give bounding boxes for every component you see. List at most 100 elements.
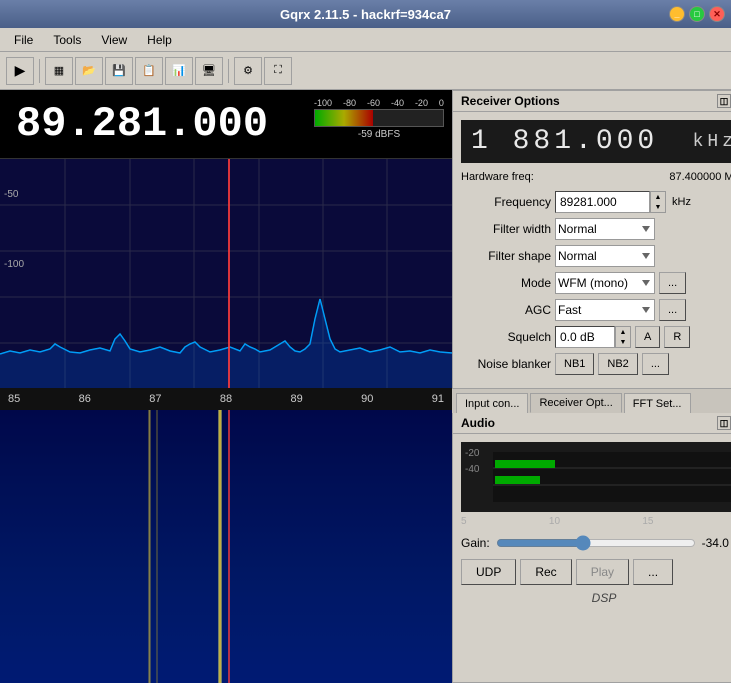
- menu-tools[interactable]: Tools: [45, 31, 89, 49]
- freq-label-88: 88: [220, 393, 232, 405]
- audio-more-button[interactable]: ...: [633, 559, 673, 585]
- freq-label-86: 86: [79, 393, 91, 405]
- rx-freq-display: 1 881.000 kHz: [461, 120, 731, 163]
- frequency-row: Frequency ▲ ▼ kHz: [461, 191, 731, 213]
- waterfall-svg: [0, 410, 452, 683]
- filter-shape-select[interactable]: Normal Sharp Soft: [555, 245, 655, 267]
- squelch-spin-up[interactable]: ▲: [616, 327, 630, 337]
- squelch-spinbox: ▲ ▼: [555, 326, 631, 348]
- squelch-spin-buttons: ▲ ▼: [615, 326, 631, 348]
- level-value: -59 dBFS: [314, 129, 444, 140]
- noise-blanker-row: Noise blanker NB1 NB2 ...: [461, 353, 731, 375]
- menu-file[interactable]: File: [6, 31, 41, 49]
- audio-scale-5: 5: [461, 516, 467, 527]
- tab-input-config[interactable]: Input con...: [456, 393, 528, 413]
- toolbar-separator-2: [228, 59, 229, 83]
- noise-blanker-label: Noise blanker: [461, 357, 551, 371]
- mode-more-button[interactable]: ...: [659, 272, 686, 294]
- nb1-button[interactable]: NB1: [555, 353, 594, 375]
- network-button[interactable]: 🖥: [195, 57, 223, 85]
- noise-more-button[interactable]: ...: [642, 353, 669, 375]
- level-bar-container: [314, 109, 444, 127]
- audio-title: Audio: [461, 416, 495, 430]
- frequency-value: 89.281.000: [16, 100, 268, 148]
- receiver-options-title: Receiver Options: [461, 94, 560, 108]
- agc-more-button[interactable]: ...: [659, 299, 686, 321]
- minimize-button[interactable]: _: [669, 6, 685, 22]
- level-bar: [315, 110, 373, 126]
- nb2-button[interactable]: NB2: [598, 353, 637, 375]
- freq-label-89: 89: [291, 393, 303, 405]
- audio-panel: Audio ◫ ✕ -20 -40: [452, 413, 731, 683]
- spectrum-svg: [0, 159, 452, 388]
- mode-label: Mode: [461, 276, 551, 290]
- settings-button[interactable]: ⚙: [234, 57, 262, 85]
- freq-label-87: 87: [149, 393, 161, 405]
- play-button[interactable]: ▶: [6, 57, 34, 85]
- frequency-spinbox[interactable]: ▲ ▼: [555, 191, 666, 213]
- signal-button[interactable]: 📊: [165, 57, 193, 85]
- freq-label-90: 90: [361, 393, 373, 405]
- window-controls: _ □ ✕: [669, 6, 725, 22]
- audio-header: Audio ◫ ✕: [453, 413, 731, 434]
- waterfall: [0, 410, 452, 683]
- play-audio-button[interactable]: Play: [576, 559, 629, 585]
- mode-select[interactable]: WFM (mono) WFM (stereo) AM FM USB LSB: [555, 272, 655, 294]
- tabs-row: Input con... Receiver Opt... FFT Set...: [452, 389, 731, 413]
- gain-label: Gain:: [461, 536, 490, 550]
- audio-scale-15: 15: [642, 516, 653, 527]
- center-line: [228, 159, 230, 388]
- bookmark-button[interactable]: 📋: [135, 57, 163, 85]
- audio-scale: 5 10 15 20: [453, 516, 731, 527]
- menu-view[interactable]: View: [93, 31, 135, 49]
- squelch-input[interactable]: [555, 326, 615, 348]
- agc-row: AGC Fast Medium Slow Off ...: [461, 299, 731, 321]
- gain-value: -34.0 dB: [702, 536, 731, 550]
- udp-button[interactable]: UDP: [461, 559, 516, 585]
- gain-slider[interactable]: [496, 535, 696, 551]
- audio-meter: -20 -40: [461, 442, 731, 512]
- save-button[interactable]: 💾: [105, 57, 133, 85]
- filter-shape-row: Filter shape Normal Sharp Soft: [461, 245, 731, 267]
- hw-freq-label: Hardware freq:: [461, 171, 534, 183]
- squelch-a-button[interactable]: A: [635, 326, 660, 348]
- agc-select[interactable]: Fast Medium Slow Off: [555, 299, 655, 321]
- freq-axis: 85 86 87 88 89 90 91: [0, 388, 452, 410]
- spectrum-graph: -50 -100: [0, 158, 452, 388]
- squelch-spin-down[interactable]: ▼: [616, 337, 630, 347]
- squelch-r-button[interactable]: R: [664, 326, 690, 348]
- agc-label: AGC: [461, 303, 551, 317]
- squelch-label: Squelch: [461, 330, 551, 344]
- tab-receiver-options[interactable]: Receiver Opt...: [530, 393, 621, 413]
- menu-bar: File Tools View Help: [0, 28, 731, 52]
- frequency-spin-down[interactable]: ▼: [651, 202, 665, 212]
- menu-help[interactable]: Help: [139, 31, 180, 49]
- rec-button[interactable]: Rec: [520, 559, 571, 585]
- rx-freq-value: 1 881.000: [471, 126, 658, 157]
- mode-row: Mode WFM (mono) WFM (stereo) AM FM USB L…: [461, 272, 731, 294]
- frequency-spin-up[interactable]: ▲: [651, 192, 665, 202]
- tab-fft-settings[interactable]: FFT Set...: [624, 393, 691, 413]
- audio-db-label-40: -40: [465, 464, 479, 475]
- waterfall-inner: [0, 410, 452, 683]
- frequency-input[interactable]: [555, 191, 650, 213]
- memory-button[interactable]: ▦: [45, 57, 73, 85]
- audio-restore-button[interactable]: ◫: [717, 416, 731, 430]
- close-button[interactable]: ✕: [709, 6, 725, 22]
- spectrum-panel: 89.281.000 -100 -80 -60 -40 -20 0 -59 dB…: [0, 90, 452, 683]
- title-bar: Gqrx 2.11.5 - hackrf=934ca7 _ □ ✕: [0, 0, 731, 28]
- filter-width-select[interactable]: Normal Narrow Wide: [555, 218, 655, 240]
- hw-freq-value: 87.400000 MHz: [669, 171, 731, 183]
- toolbar: ▶ ▦ 📂 💾 📋 📊 🖥 ⚙ ⛶: [0, 52, 731, 90]
- filter-shape-label: Filter shape: [461, 249, 551, 263]
- receiver-options-header: Receiver Options ◫ ✕: [452, 90, 731, 111]
- frequency-spin-buttons: ▲ ▼: [650, 191, 666, 213]
- rx-freq-unit: kHz: [693, 132, 731, 152]
- fullscreen-button[interactable]: ⛶: [264, 57, 292, 85]
- panel-restore-button[interactable]: ◫: [717, 94, 731, 108]
- maximize-button[interactable]: □: [689, 6, 705, 22]
- open-button[interactable]: 📂: [75, 57, 103, 85]
- dsp-label: DSP: [453, 589, 731, 607]
- window-title: Gqrx 2.11.5 - hackrf=934ca7: [280, 7, 451, 22]
- waterfall-center-line: [228, 410, 230, 683]
